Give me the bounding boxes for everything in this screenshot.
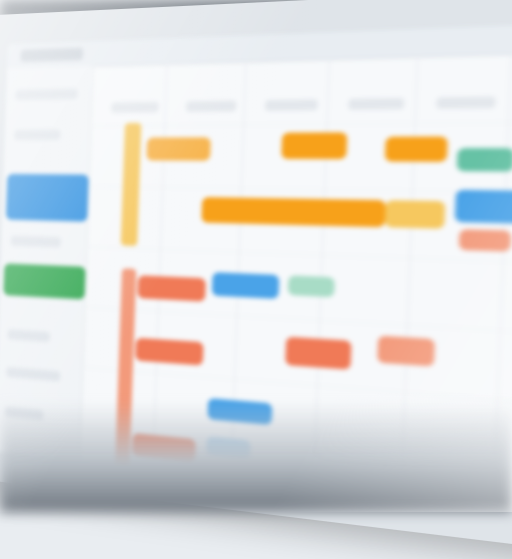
sidebar-item[interactable] bbox=[14, 129, 61, 140]
sidebar-item-green[interactable] bbox=[3, 263, 86, 300]
timeline-rail-yellow bbox=[120, 122, 142, 247]
sidebar-item-active-blue[interactable] bbox=[5, 173, 89, 222]
task-bar[interactable] bbox=[287, 275, 335, 298]
task-bar[interactable] bbox=[384, 200, 446, 229]
task-bar[interactable] bbox=[135, 337, 204, 366]
column-header bbox=[185, 100, 237, 112]
sidebar-item[interactable] bbox=[6, 367, 61, 382]
column-header bbox=[348, 97, 405, 110]
task-bar[interactable] bbox=[211, 272, 280, 299]
task-bar[interactable] bbox=[201, 197, 386, 228]
task-bar[interactable] bbox=[458, 229, 512, 252]
task-bar[interactable] bbox=[137, 275, 206, 302]
sidebar-item[interactable] bbox=[10, 235, 61, 248]
toolbar-menu-button[interactable] bbox=[20, 47, 84, 62]
sidebar-item[interactable] bbox=[15, 88, 78, 100]
task-bar[interactable] bbox=[384, 136, 448, 162]
column-header bbox=[264, 99, 318, 111]
task-bar[interactable] bbox=[281, 132, 348, 160]
task-bar[interactable] bbox=[454, 189, 512, 225]
task-bar[interactable] bbox=[146, 137, 211, 161]
task-bar[interactable] bbox=[456, 148, 512, 172]
sidebar-item[interactable] bbox=[7, 329, 50, 343]
background-bottom bbox=[0, 402, 512, 512]
column-header bbox=[111, 101, 159, 113]
task-bar[interactable] bbox=[285, 336, 352, 370]
column-header bbox=[436, 96, 496, 109]
task-bar[interactable] bbox=[377, 335, 436, 367]
